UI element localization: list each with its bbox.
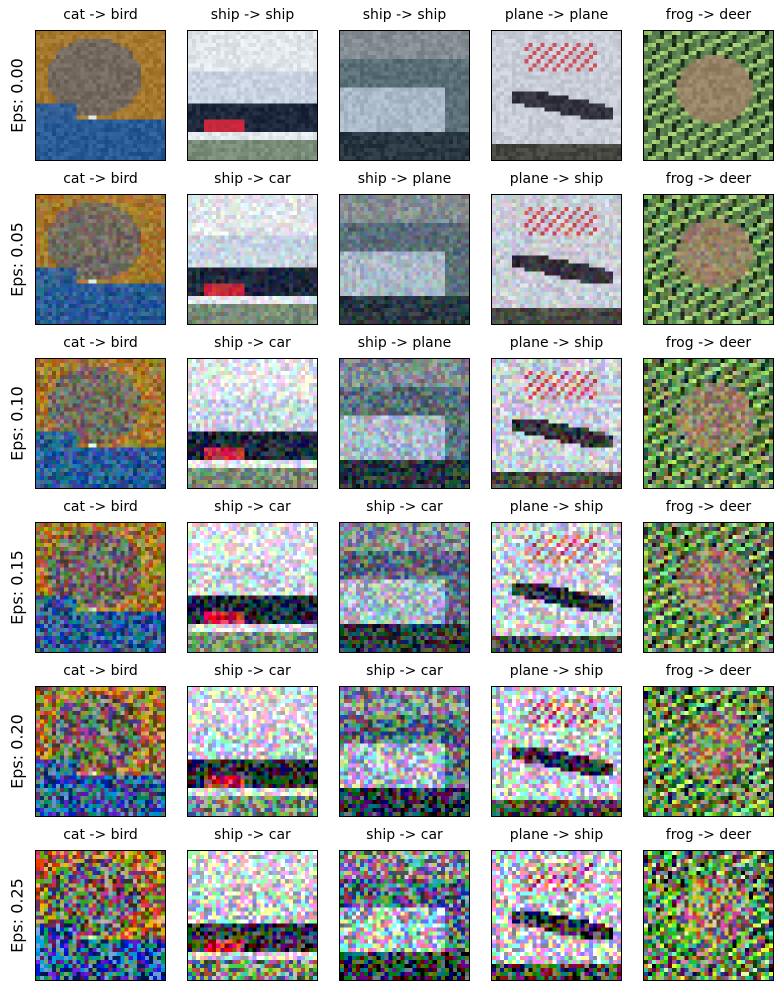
perturbed-image-canvas — [644, 851, 773, 980]
perturbed-image-canvas — [644, 31, 773, 160]
perturbed-image-canvas — [36, 195, 165, 324]
row-label-eps: Eps: 0.10 — [7, 385, 27, 461]
adversarial-examples-grid: Eps: 0.00 cat -> bird ship -> ship ship -> … — [0, 0, 784, 991]
perturbed-image-canvas — [644, 195, 773, 324]
ship-image-1 — [187, 522, 318, 653]
ship-image-2 — [339, 358, 470, 489]
perturbed-image-canvas — [492, 195, 621, 324]
cell-title: cat -> bird — [63, 827, 138, 843]
row-label-eps: Eps: 0.00 — [7, 57, 27, 133]
perturbed-image-canvas — [340, 195, 469, 324]
perturbed-image-canvas — [492, 359, 621, 488]
cell-title: frog -> deer — [665, 7, 752, 23]
cell-title: ship -> car — [214, 499, 291, 515]
cell-title: cat -> bird — [63, 499, 138, 515]
cell-title: plane -> ship — [509, 335, 604, 351]
perturbed-image-canvas — [492, 31, 621, 160]
cat-image — [35, 850, 166, 981]
perturbed-image-canvas — [188, 687, 317, 816]
perturbed-image-canvas — [188, 851, 317, 980]
ship-image-2 — [339, 194, 470, 325]
perturbed-image-canvas — [36, 31, 165, 160]
plane-image — [491, 358, 622, 489]
perturbed-image-canvas — [492, 523, 621, 652]
cell-title: cat -> bird — [63, 335, 138, 351]
cell-title: ship -> plane — [357, 335, 452, 351]
perturbed-image-canvas — [36, 523, 165, 652]
cell-title: cat -> bird — [63, 171, 138, 187]
cell-title: ship -> car — [366, 827, 443, 843]
ship-image-2 — [339, 30, 470, 161]
frog-image — [643, 522, 774, 653]
cell-title: cat -> bird — [63, 7, 138, 23]
perturbed-image-canvas — [340, 851, 469, 980]
cell-title: ship -> car — [214, 827, 291, 843]
ship-image-1 — [187, 30, 318, 161]
perturbed-image-canvas — [188, 195, 317, 324]
ship-image-1 — [187, 850, 318, 981]
cell-title: frog -> deer — [665, 335, 752, 351]
cell-title: ship -> car — [366, 499, 443, 515]
perturbed-image-canvas — [492, 687, 621, 816]
cell-title: plane -> ship — [509, 663, 604, 679]
cell-title: plane -> ship — [509, 171, 604, 187]
perturbed-image-canvas — [340, 687, 469, 816]
plane-image — [491, 850, 622, 981]
row-label-eps: Eps: 0.15 — [7, 549, 27, 625]
perturbed-image-canvas — [340, 359, 469, 488]
cat-image — [35, 522, 166, 653]
perturbed-image-canvas — [340, 523, 469, 652]
perturbed-image-canvas — [36, 851, 165, 980]
cat-image — [35, 686, 166, 817]
cell-title: frog -> deer — [665, 171, 752, 187]
cat-image — [35, 194, 166, 325]
plane-image — [491, 30, 622, 161]
cell-title: ship -> car — [214, 171, 291, 187]
cell-title: ship -> car — [214, 663, 291, 679]
cell-title: plane -> ship — [509, 827, 604, 843]
frog-image — [643, 686, 774, 817]
cell-title: ship -> plane — [357, 171, 452, 187]
ship-image-2 — [339, 522, 470, 653]
row-label-eps: Eps: 0.05 — [7, 221, 27, 297]
row-label-eps: Eps: 0.25 — [7, 877, 27, 953]
cell-title: ship -> ship — [210, 7, 295, 23]
cell-title: cat -> bird — [63, 663, 138, 679]
perturbed-image-canvas — [36, 687, 165, 816]
perturbed-image-canvas — [492, 851, 621, 980]
ship-image-1 — [187, 686, 318, 817]
perturbed-image-canvas — [340, 31, 469, 160]
cell-title: plane -> ship — [509, 499, 604, 515]
cat-image — [35, 30, 166, 161]
perturbed-image-canvas — [188, 523, 317, 652]
frog-image — [643, 850, 774, 981]
cell-title: frog -> deer — [665, 499, 752, 515]
ship-image-2 — [339, 686, 470, 817]
frog-image — [643, 358, 774, 489]
ship-image-1 — [187, 194, 318, 325]
perturbed-image-canvas — [188, 31, 317, 160]
perturbed-image-canvas — [188, 359, 317, 488]
frog-image — [643, 30, 774, 161]
cell-title: ship -> car — [366, 663, 443, 679]
ship-image-1 — [187, 358, 318, 489]
cell-title: ship -> ship — [362, 7, 447, 23]
ship-image-2 — [339, 850, 470, 981]
cell-title: plane -> plane — [504, 7, 609, 23]
cell-title: frog -> deer — [665, 827, 752, 843]
cell-title: frog -> deer — [665, 663, 752, 679]
plane-image — [491, 522, 622, 653]
frog-image — [643, 194, 774, 325]
cell-title: ship -> car — [214, 335, 291, 351]
perturbed-image-canvas — [644, 523, 773, 652]
row-label-eps: Eps: 0.20 — [7, 713, 27, 789]
perturbed-image-canvas — [36, 359, 165, 488]
perturbed-image-canvas — [644, 359, 773, 488]
cat-image — [35, 358, 166, 489]
plane-image — [491, 686, 622, 817]
perturbed-image-canvas — [644, 687, 773, 816]
plane-image — [491, 194, 622, 325]
